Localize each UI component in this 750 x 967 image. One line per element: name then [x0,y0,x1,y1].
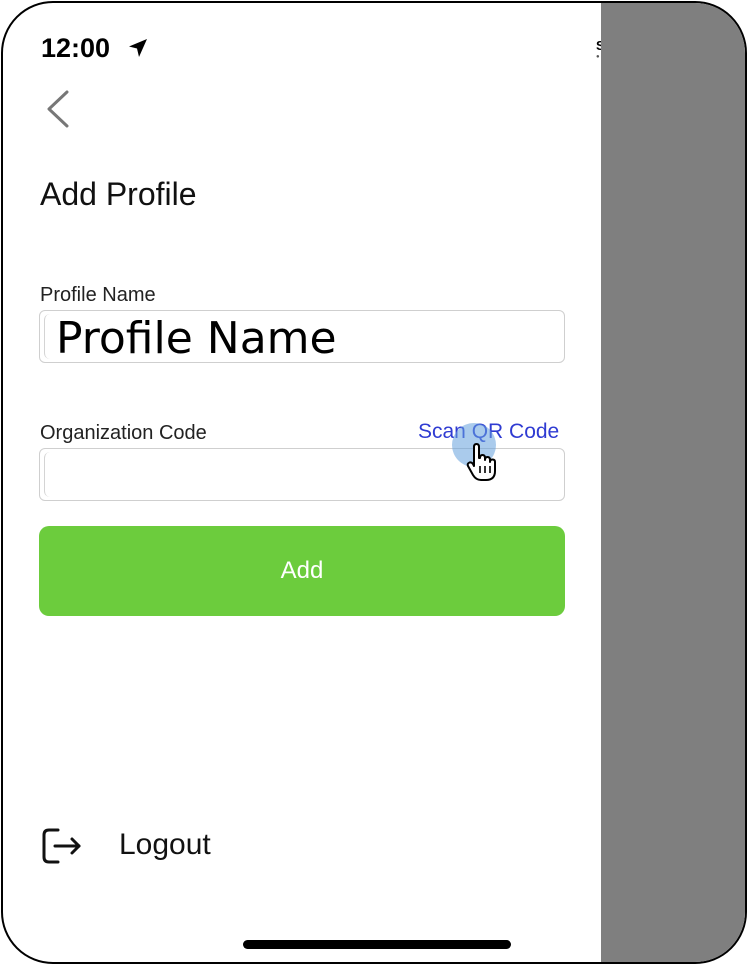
organization-code-label: Organization Code [40,422,207,444]
phone-frame: 12:00 SOS ●●●● Add Profile Profile Name … [1,1,747,964]
profile-name-label: Profile Name [40,284,156,306]
profile-name-value: Profile Name [56,313,337,364]
location-arrow-icon [129,39,147,57]
logout-label[interactable]: Logout [119,828,211,862]
status-time: 12:00 [41,33,111,63]
page-title: Add Profile [40,176,197,212]
profile-name-field[interactable]: Profile Name [39,310,565,364]
chevron-left-icon[interactable] [43,89,73,129]
logout-icon[interactable] [41,826,85,866]
hand-cursor-icon [466,443,496,481]
side-overlay[interactable] [601,3,745,962]
home-indicator[interactable] [243,940,511,949]
add-button[interactable]: Add [39,526,565,616]
